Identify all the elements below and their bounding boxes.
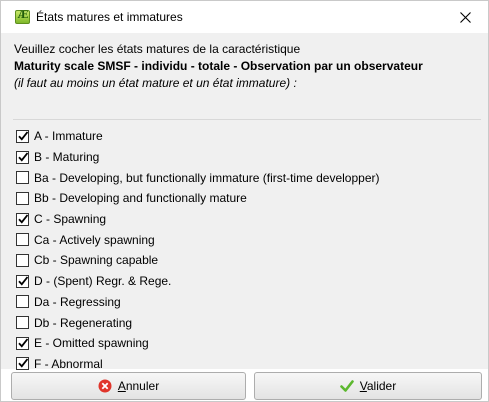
state-item[interactable]: B - Maturing [16,147,379,168]
checkmark-icon [18,338,29,348]
state-checkbox[interactable] [16,150,29,164]
divider [13,119,481,120]
checkmark-icon [339,379,354,393]
app-logo-icon: Æ [15,10,30,24]
state-label: Cb - Spawning capable [34,253,159,268]
maturity-state-list: A - Immature B - Maturing Ba - Developing,… [16,126,379,374]
state-label: Bb - Developing and functionally mature [34,191,247,206]
state-checkbox[interactable] [16,274,29,288]
state-item[interactable]: Cb - Spawning capable [16,250,379,271]
window-title: États matures et immatures [36,10,183,24]
button-bar: Annuler Valider [1,371,488,401]
state-item[interactable]: Db - Regenerating [16,312,379,333]
instruction-note: (il faut au moins un état mature et un é… [14,76,297,90]
state-checkbox[interactable] [16,295,29,309]
state-label: F - Abnormal [34,356,103,371]
checkmark-icon [18,358,29,368]
state-checkbox[interactable] [16,233,29,247]
state-item[interactable]: A - Immature [16,126,379,147]
close-button[interactable] [442,1,488,33]
state-checkbox[interactable] [16,253,29,267]
cancel-x-icon [98,379,112,393]
dialog-content: Veuillez cocher les états matures de la … [1,33,488,371]
cancel-label: Annuler [117,379,160,393]
state-item[interactable]: Ca - Actively spawning [16,229,379,250]
ok-button[interactable]: Valider [254,372,482,400]
close-icon [459,11,471,23]
state-checkbox[interactable] [16,336,29,350]
instructions: Veuillez cocher les états matures de la … [14,41,423,92]
state-label: D - (Spent) Regr. & Rege. [34,274,172,289]
dialog-window: Æ États matures et immatures Veuillez co… [0,0,489,402]
state-label: E - Omitted spawning [34,336,149,351]
state-label: C - Spawning [34,212,107,227]
state-checkbox[interactable] [16,212,29,226]
state-item[interactable]: Ba - Developing, but functionally immatu… [16,167,379,188]
characteristic-name: Maturity scale SMSF - individu - totale … [14,59,423,73]
state-label: B - Maturing [34,150,100,165]
state-checkbox[interactable] [16,171,29,185]
checkmark-icon [18,214,29,224]
state-label: Da - Regressing [34,294,121,309]
state-item[interactable]: Da - Regressing [16,292,379,313]
state-item[interactable]: Bb - Developing and functionally mature [16,188,379,209]
ok-label: Valider [359,379,397,393]
state-checkbox[interactable] [16,191,29,205]
state-label: A - Immature [34,129,103,144]
state-item[interactable]: D - (Spent) Regr. & Rege. [16,271,379,292]
checkmark-icon [18,151,29,162]
state-label: Db - Regenerating [34,315,133,330]
instruction-line: Veuillez cocher les états matures de la … [14,42,301,56]
state-item[interactable]: E - Omitted spawning [16,333,379,354]
state-checkbox[interactable] [16,357,29,371]
checkmark-icon [18,276,29,286]
title-bar[interactable]: Æ États matures et immatures [1,1,488,33]
checkmark-icon [18,131,29,141]
state-checkbox[interactable] [16,129,29,143]
state-label: Ca - Actively spawning [34,232,155,247]
state-label: Ba - Developing, but functionally immatu… [34,170,380,185]
state-checkbox[interactable] [16,316,29,330]
cancel-button[interactable]: Annuler [11,372,246,400]
state-item[interactable]: C - Spawning [16,209,379,230]
